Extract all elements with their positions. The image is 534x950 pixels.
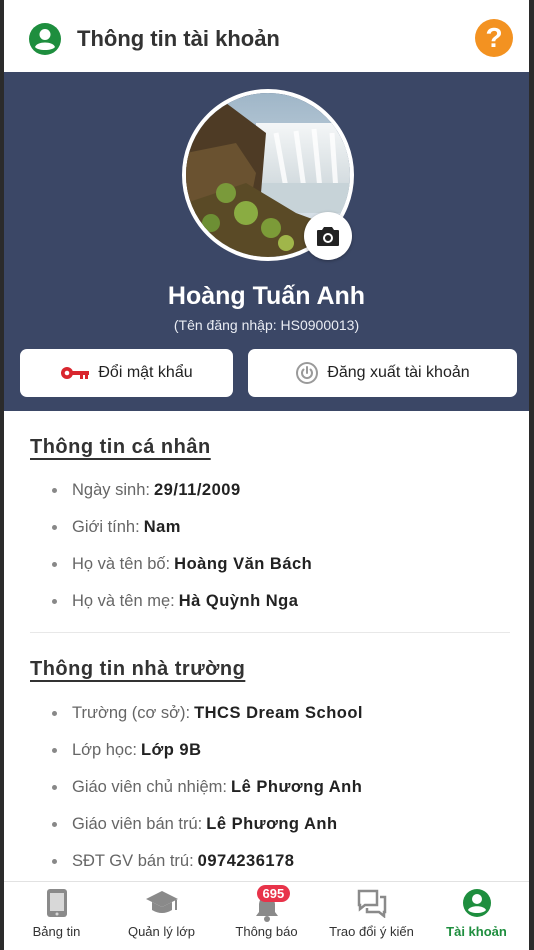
info-value: THCS Dream School [194,704,364,722]
profile-panel: Hoàng Tuấn Anh (Tên đăng nhập: HS0900013… [4,72,529,411]
list-item: SĐT GV bán trú: 0974236178 [52,843,363,880]
info-value: Lê Phương Anh [206,815,338,833]
info-content: Thông tin cá nhân Ngày sinh: 29/11/2009 G… [4,411,529,881]
change-password-label: Đổi mật khẩu [98,364,193,381]
info-label: Họ và tên mẹ: [72,592,175,610]
info-label: Lớp học: [72,741,137,759]
page-title: Thông tin tài khoản [77,26,280,51]
list-item: Ngày sinh: 29/11/2009 [52,472,312,509]
nav-label: Bảng tin [32,924,81,939]
bottom-nav: Bảng tin Quản lý lớp 695 Thông báo Trao … [4,881,529,950]
info-value: 29/11/2009 [153,481,241,499]
info-label: Giáo viên bán trú: [72,815,203,833]
info-label: Giáo viên chủ nhiệm: [72,778,228,796]
list-item: Giáo viên chủ nhiệm: Lê Phương Anh [52,769,363,806]
personal-info-title: Thông tin cá nhân [30,436,211,458]
info-label: Trường (cơ sở): [72,704,191,722]
chat-icon [357,888,387,921]
list-item: Họ và tên mẹ: Hà Quỳnh Nga [52,583,312,620]
nav-item-account[interactable]: Tài khoản [424,882,529,950]
list-item: Họ và tên bố: Hoàng Văn Bách [52,546,312,583]
user-full-name: Hoàng Tuấn Anh [167,282,366,310]
info-value: Lớp 9B [140,741,202,759]
nav-item-feedback[interactable]: Trao đổi ý kiến [319,882,424,950]
logout-button[interactable]: Đăng xuất tài khoản [248,349,517,397]
graduation-cap-icon [144,888,180,921]
change-avatar-button[interactable] [304,212,352,260]
change-password-button[interactable]: Đổi mật khẩu [20,349,233,397]
list-item: Giới tính: Nam [52,509,312,546]
nav-item-notifications[interactable]: 695 Thông báo [214,882,319,950]
account-circle-icon [28,22,62,56]
username-text: (Tên đăng nhập: HS0900013) [173,317,360,333]
logout-label: Đăng xuất tài khoản [327,364,470,381]
list-item: Giáo viên bán trú: Lê Phương Anh [52,806,363,843]
info-value: Hà Quỳnh Nga [178,592,299,610]
section-divider [30,632,510,633]
info-value: Nam [143,518,181,536]
key-icon [61,367,90,379]
info-label: Ngày sinh: [72,481,150,499]
info-value: Lê Phương Anh [231,778,363,796]
school-info-list: Trường (cơ sở): THCS Dream School Lớp học… [52,695,363,880]
camera-icon [317,227,339,246]
nav-label: Thông báo [235,924,298,939]
list-item: Lớp học: Lớp 9B [52,732,363,769]
list-item: Trường (cơ sở): THCS Dream School [52,695,363,732]
info-label: Giới tính: [72,518,140,536]
nav-label: Tài khoản [446,924,507,939]
account-icon [462,888,492,921]
notification-badge: 695 [256,885,291,902]
bulletin-icon [46,888,68,921]
personal-info-list: Ngày sinh: 29/11/2009 Giới tính: Nam Họ và… [52,472,312,620]
nav-item-class-management[interactable]: Quản lý lớp [109,882,214,950]
power-icon [296,362,319,384]
info-value: 0974236178 [197,852,295,870]
help-icon[interactable]: ? [475,19,513,57]
account-screen: Thông tin tài khoản ? Hoàng Tuấn Anh (Tê… [4,0,529,950]
app-header: Thông tin tài khoản ? [4,0,529,72]
school-info-title: Thông tin nhà trường [30,658,246,680]
nav-item-bulletin[interactable]: Bảng tin [4,882,109,950]
nav-label: Trao đổi ý kiến [329,924,414,939]
info-label: SĐT GV bán trú: [72,852,194,870]
nav-label: Quản lý lớp [127,924,196,939]
info-label: Họ và tên bố: [72,555,171,573]
info-value: Hoàng Văn Bách [174,555,313,573]
